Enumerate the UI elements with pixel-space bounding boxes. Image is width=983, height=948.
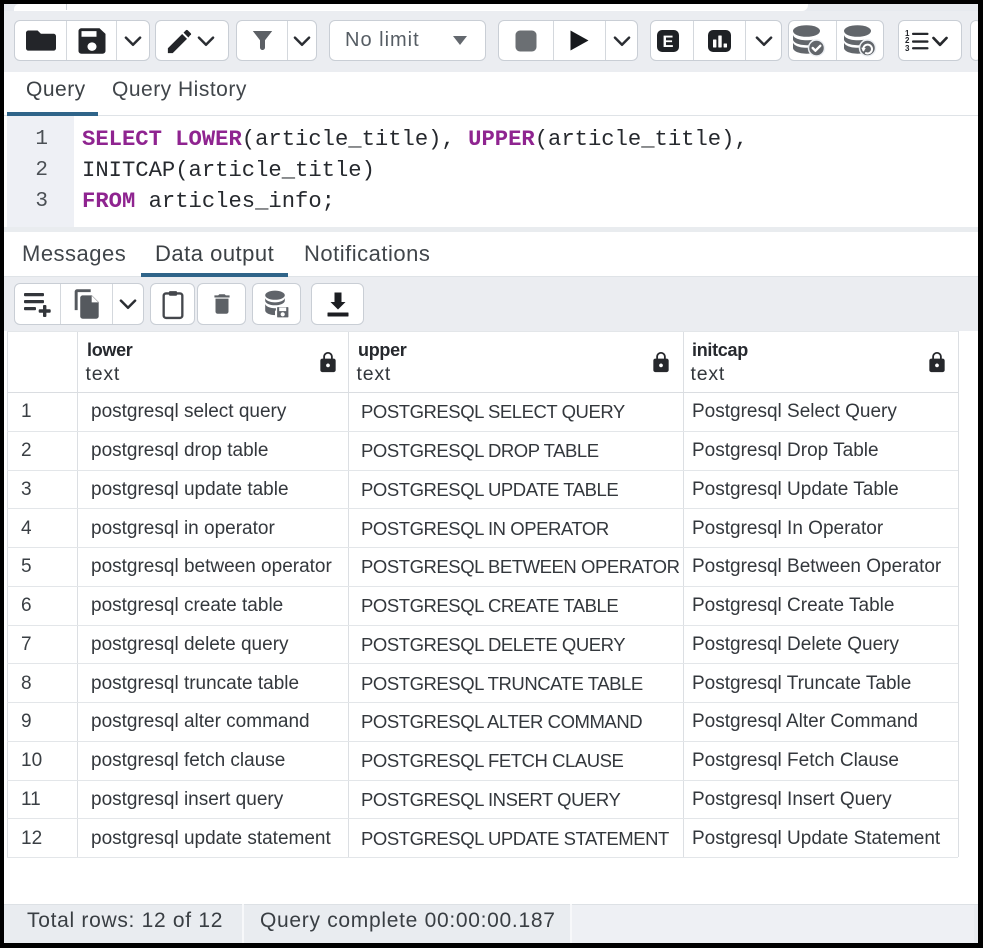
svg-text:E: E [662,33,673,51]
